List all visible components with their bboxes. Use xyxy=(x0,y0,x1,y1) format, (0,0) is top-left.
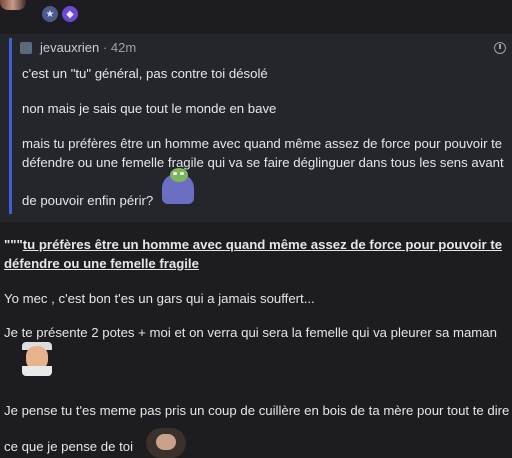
monkey-emoji-icon xyxy=(140,426,192,458)
quote-line: défendre ou une femelle fragile qui va s… xyxy=(22,155,504,170)
quote-line: mais tu préfères être un homme avec quan… xyxy=(22,136,503,151)
laughing-man-emoji-icon xyxy=(22,342,52,376)
star-badge-icon[interactable]: ★ xyxy=(42,6,58,22)
reply-paragraph: Yo mec , c'est bon t'es un gars qui a ja… xyxy=(4,291,315,306)
separator: · xyxy=(102,40,108,55)
reply-paragraph: Je pense tu t'es meme pas pris un coup d… xyxy=(4,403,510,418)
avatar[interactable] xyxy=(0,0,26,10)
quote-bar xyxy=(9,38,12,214)
top-bar: ★ ◆ xyxy=(0,0,512,30)
author-avatar[interactable] xyxy=(20,42,32,54)
reply-paragraph: Je te présente 2 potes + moi et on verra… xyxy=(4,325,497,340)
reply-paragraph: ce que je pense de toi xyxy=(4,439,134,454)
quote-line: non mais je sais que tout le monde en ba… xyxy=(22,101,277,116)
quote-header: jevauxrien · 42m xyxy=(40,40,136,55)
pepe-emoji-icon xyxy=(160,166,196,206)
gem-badge-icon[interactable]: ◆ xyxy=(62,6,78,22)
reply-quote-line: """tu préfères être un homme avec quand … xyxy=(4,237,503,252)
quote-line: c'est un "tu" général, pas contre toi dé… xyxy=(22,66,268,81)
author-name[interactable]: jevauxrien xyxy=(40,40,99,55)
clock-icon[interactable] xyxy=(494,42,506,54)
timestamp: 42m xyxy=(110,40,137,55)
reply-quote-line: défendre ou une femelle fragile xyxy=(4,256,199,271)
quote-line: de pouvoir enfin périr? xyxy=(22,193,154,208)
